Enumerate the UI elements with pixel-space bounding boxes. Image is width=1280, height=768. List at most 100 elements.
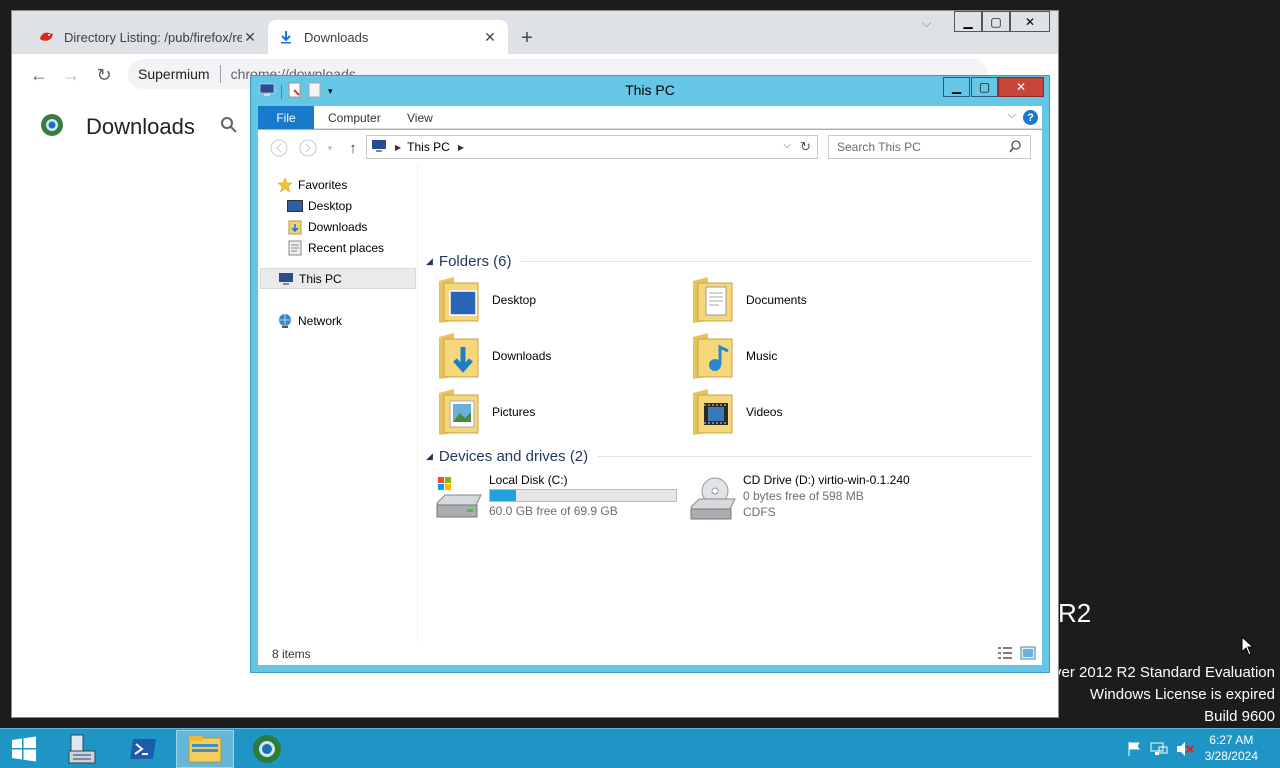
close-button[interactable]: ✕ [1010,11,1050,32]
network-status-icon[interactable] [1150,741,1168,760]
up-icon[interactable]: ↑ [344,139,362,157]
powershell-button[interactable] [114,730,172,768]
expand-ribbon-icon[interactable]: ⌵ [1008,109,1016,122]
drive-usage-fill [490,490,517,501]
hard-disk-icon [435,477,483,521]
supermium-button[interactable] [238,730,296,768]
large-icons-view-icon[interactable] [1020,646,1036,663]
nav-label: This PC [299,271,342,286]
status-bar: 8 items [258,642,1042,665]
forward-icon[interactable] [299,139,317,157]
drive-usage-bar [489,489,677,502]
tab-computer[interactable]: Computer [315,106,394,129]
file-explorer-button[interactable] [176,730,234,768]
search-input[interactable]: Search This PC [828,135,1031,159]
tab-downloads[interactable]: Downloads ✕ [268,20,508,54]
watermark-license: Windows License is expired [1089,686,1275,703]
folder-pictures[interactable]: Pictures [436,386,676,438]
divider [521,260,1032,262]
drive-filesystem: CDFS [743,505,776,519]
volume-muted-icon[interactable] [1176,741,1194,760]
server-manager-button[interactable] [52,730,110,768]
network-icon [276,313,294,329]
folder-documents[interactable]: Documents [690,274,930,326]
address-bar[interactable]: ▶ This PC ▶ ⌵ ↻ [366,135,818,159]
drive-local-disk-c[interactable]: Local Disk (C:) 60.0 GB free of 69.9 GB [435,473,685,529]
explorer-window: ▾ This PC ▁ ▢ ✕ File Computer View ⌵ ? ▾… [250,75,1050,673]
devices-group-header[interactable]: ◢ Devices and drives (2) [426,446,1032,466]
file-explorer-icon [188,736,222,763]
computer-icon [277,271,295,287]
red-dinosaur-icon [38,29,54,45]
chevron-right-icon[interactable]: ▶ [458,143,464,152]
search-icon[interactable] [1009,140,1022,156]
tab-search-chevron-icon[interactable]: ⌵ [922,16,931,31]
nav-recent-places[interactable]: Recent places [286,237,384,258]
close-tab-icon[interactable]: ✕ [242,29,258,46]
downloads-folder-icon [286,219,304,235]
collapse-icon[interactable]: ◢ [426,256,433,267]
desktop-icon [286,198,304,214]
details-view-icon[interactable] [997,646,1013,663]
recent-places-icon [286,240,304,256]
pictures-folder-icon [436,387,482,437]
downloads-folder-icon [436,331,482,381]
folder-label: Downloads [492,349,552,363]
nav-network[interactable]: Network [276,310,342,331]
watermark-edition: ver 2012 R2 Standard Evaluation [1054,664,1275,681]
folder-desktop[interactable]: Desktop [436,274,676,326]
divider [219,65,221,83]
chevron-down-icon[interactable]: ⌵ [783,140,791,151]
tab-directory-listing[interactable]: Directory Listing: /pub/firefox/re ✕ [28,20,268,54]
navigation-pane: Favorites Desktop Downloads Recent place… [258,164,418,642]
folder-downloads[interactable]: Downloads [436,330,676,382]
nav-label: Desktop [308,198,353,213]
recent-locations-icon[interactable]: ▾ [321,139,339,157]
collapse-icon[interactable]: ◢ [426,451,433,462]
tab-title: Downloads [304,29,369,45]
minimize-button[interactable]: ▁ [943,77,970,97]
windows-logo-icon [12,736,36,762]
item-count: 8 items [272,646,311,661]
group-label: Devices and drives (2) [438,447,589,465]
chevron-right-icon[interactable]: ▶ [395,143,401,152]
nav-this-pc[interactable]: This PC [260,268,416,289]
action-center-flag-icon[interactable] [1126,741,1142,760]
breadcrumb-this-pc[interactable]: This PC [407,140,450,154]
reload-icon[interactable]: ↻ [91,62,117,88]
nav-label: Network [298,313,343,328]
minimize-button[interactable]: ▁ [954,11,982,32]
drive-free-space: 60.0 GB free of 69.9 GB [489,504,618,518]
tab-file[interactable]: File [258,106,314,129]
folder-label: Videos [746,405,783,419]
nav-downloads[interactable]: Downloads [286,216,367,237]
folder-videos[interactable]: Videos [690,386,930,438]
back-icon[interactable]: ← [26,62,52,88]
title-bar[interactable]: ▾ This PC ▁ ▢ ✕ [251,76,1049,104]
refresh-icon[interactable]: ↻ [800,139,811,155]
clock-date: 3/28/2024 [1204,749,1258,763]
nav-desktop[interactable]: Desktop [286,195,352,216]
close-tab-icon[interactable]: ✕ [482,29,498,46]
tab-view[interactable]: View [394,106,446,129]
page-title: Downloads [86,114,195,139]
help-icon[interactable]: ? [1023,110,1038,125]
folder-label: Documents [746,293,807,307]
clock[interactable]: 6:27 AM 3/28/2024 [1205,732,1258,764]
maximize-button[interactable]: ▢ [982,11,1010,32]
drive-cd-d[interactable]: CD Drive (D:) virtio-win-0.1.240 0 bytes… [689,473,939,529]
cd-drive-icon [689,477,737,521]
folder-label: Pictures [492,405,536,419]
back-icon[interactable] [270,139,288,157]
documents-folder-icon [690,275,736,325]
close-button[interactable]: ✕ [998,77,1044,97]
search-icon[interactable] [220,116,238,139]
maximize-button[interactable]: ▢ [971,77,998,97]
forward-icon[interactable]: → [58,62,84,88]
start-button[interactable] [0,730,48,768]
new-tab-button[interactable]: + [514,25,540,51]
folders-group-header[interactable]: ◢ Folders (6) [426,251,1032,271]
nav-favorites[interactable]: Favorites [276,174,347,195]
drive-name: CD Drive (D:) virtio-win-0.1.240 [743,473,910,487]
folder-music[interactable]: Music [690,330,930,382]
